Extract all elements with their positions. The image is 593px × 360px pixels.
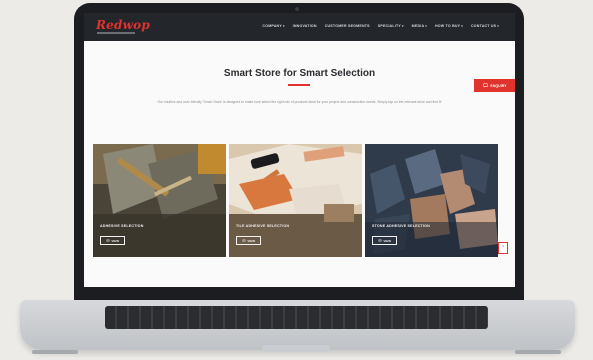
view-button[interactable]: VIEW xyxy=(100,236,125,245)
nav-item-media[interactable]: MEDIA ▾ xyxy=(412,24,427,28)
view-button[interactable]: VIEW xyxy=(372,236,397,245)
site-logo[interactable]: Redwop xyxy=(96,18,150,32)
chat-icon xyxy=(483,83,489,88)
chevron-down-icon: ▾ xyxy=(497,24,499,28)
nav-item-speciality[interactable]: SPECIALITY ▾ xyxy=(378,24,404,28)
title-underline xyxy=(288,84,310,86)
main-nav: COMPANY ▾ INNOVATION CUSTOMER SEGMENTS SPECI… xyxy=(262,24,499,28)
chevron-down-icon: ▾ xyxy=(401,24,404,28)
store-card-stone-adhesive[interactable]: STONE ADHESIVE SELECTION VIEW xyxy=(365,144,498,257)
page-title: Smart Store for Smart Selection xyxy=(223,68,376,79)
view-button[interactable]: VIEW xyxy=(236,236,261,245)
view-label: VIEW xyxy=(111,238,120,243)
logo-tagline xyxy=(97,32,135,34)
nav-item-label: SPECIALITY xyxy=(377,24,401,28)
laptop-screen: Redwop COMPANY ▾ INNOVATION CUSTOMER SEGMEN… xyxy=(84,13,515,287)
laptop-keyboard xyxy=(105,306,488,329)
nav-item-label: CUSTOMER SEGMENTS xyxy=(324,24,370,28)
nav-item-label: CONTACT US xyxy=(470,24,497,28)
nav-item-company[interactable]: COMPANY ▾ xyxy=(262,24,284,28)
site-header: Redwop COMPANY ▾ INNOVATION CUSTOMER SEGMEN… xyxy=(84,13,515,41)
view-label: VIEW xyxy=(247,238,256,243)
enquiry-label: ENQUIRY xyxy=(490,83,507,88)
nav-item-customer-segments[interactable]: CUSTOMER SEGMENTS xyxy=(325,24,370,28)
chevron-down-icon: ▾ xyxy=(461,24,463,28)
enquiry-button[interactable]: ENQUIRY xyxy=(474,79,515,92)
nav-item-how-to-buy[interactable]: HOW TO BUY ▾ xyxy=(435,24,463,28)
nav-item-label: MEDIA xyxy=(411,24,425,28)
view-label: VIEW xyxy=(383,238,392,243)
chevron-up-icon: ⌃ xyxy=(500,245,506,251)
page-description: Our intuitive and user-friendly 'Smart S… xyxy=(157,100,442,104)
card-caption: STONE ADHESIVE SELECTION xyxy=(372,224,430,228)
chevron-down-icon: ▾ xyxy=(425,24,427,28)
store-cards: ADHESIVE SELECTION VIEW TILE ADHESIVE SE… xyxy=(93,144,499,257)
nav-item-label: HOW TO BUY xyxy=(434,24,461,28)
card-caption: TILE ADHESIVE SELECTION xyxy=(236,224,290,228)
store-card-tile-adhesive[interactable]: TILE ADHESIVE SELECTION VIEW xyxy=(229,144,362,257)
laptop-foot-right xyxy=(515,350,561,354)
chevron-down-icon: ▾ xyxy=(282,24,285,28)
nav-item-contact-us[interactable]: CONTACT US ▾ xyxy=(471,24,499,28)
laptop-foot-left xyxy=(32,350,78,354)
eye-icon xyxy=(105,239,110,242)
card-caption: ADHESIVE SELECTION xyxy=(100,224,144,228)
scroll-to-top-button[interactable]: ⌃ xyxy=(498,242,508,254)
eye-icon xyxy=(377,239,382,242)
laptop-camera xyxy=(295,7,299,11)
eye-icon xyxy=(241,239,246,242)
laptop-trackpad xyxy=(262,345,330,352)
nav-item-innovation[interactable]: INNOVATION xyxy=(293,24,317,28)
nav-item-label: COMPANY xyxy=(262,24,282,28)
store-card-adhesive[interactable]: ADHESIVE SELECTION VIEW xyxy=(93,144,226,257)
nav-item-label: INNOVATION xyxy=(292,24,317,28)
